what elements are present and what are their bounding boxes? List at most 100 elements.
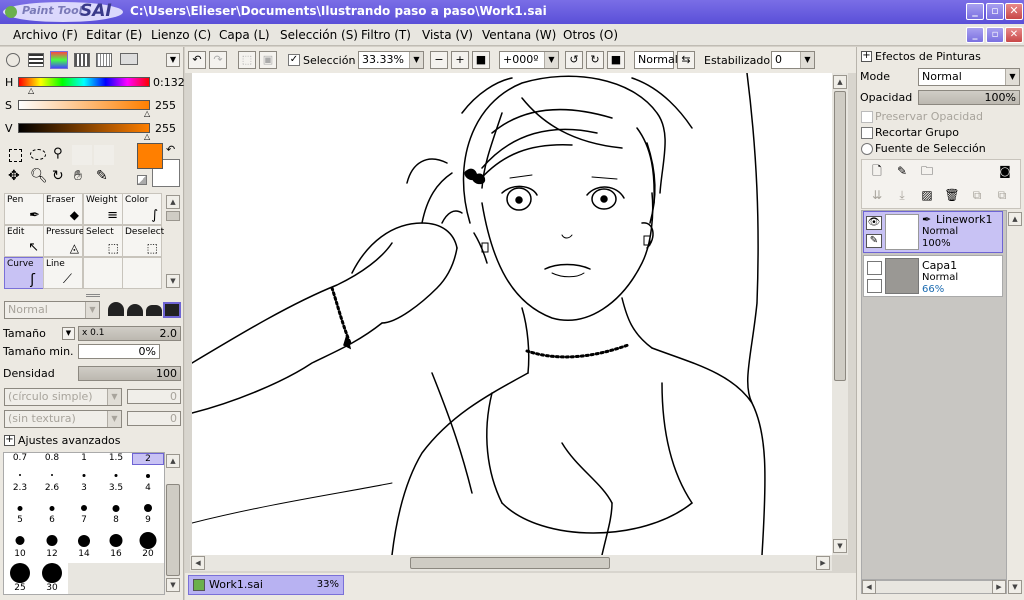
value-slider-marker-icon[interactable]: △: [144, 132, 150, 141]
brush-size-25[interactable]: 25: [4, 563, 36, 595]
advanced-settings-label[interactable]: Ajustes avanzados: [18, 434, 121, 447]
menu-editar[interactable]: Editar (E): [86, 28, 142, 42]
zoom-icon[interactable]: 🔍︎: [30, 168, 48, 184]
brush-size-30[interactable]: 30: [36, 563, 68, 595]
brush-size-4[interactable]: 4: [132, 469, 164, 501]
lock-checkbox[interactable]: [867, 279, 882, 293]
brush-grid-scroll-thumb[interactable]: [166, 484, 180, 576]
panel-divider[interactable]: [86, 294, 100, 297]
transparent-color-icon[interactable]: [137, 175, 147, 185]
new-linework-layer-icon[interactable]: ✎: [893, 162, 911, 180]
selection-source-radio[interactable]: [861, 143, 873, 155]
layer-list-scroll-left[interactable]: ◀: [862, 580, 876, 594]
size-dropdown-button[interactable]: ▼: [62, 327, 75, 340]
tool-line[interactable]: Line ⟋: [43, 257, 83, 289]
brush-shape-select[interactable]: (círculo simple) ▼: [4, 388, 122, 406]
new-layer-icon[interactable]: 🗋︎: [868, 162, 886, 180]
saturation-slider[interactable]: [18, 100, 150, 110]
menu-archivo[interactable]: Archivo (F): [13, 28, 78, 42]
transfer-down-icon[interactable]: ⇊: [868, 186, 886, 204]
new-folder-icon[interactable]: 🗀︎: [918, 162, 936, 180]
menu-otros[interactable]: Otros (O): [563, 28, 618, 42]
rect-select-icon[interactable]: [9, 149, 22, 162]
primary-color-swatch[interactable]: [137, 143, 163, 169]
layer-list-scroll-right[interactable]: ▶: [992, 580, 1006, 594]
brush-size-16[interactable]: 16: [100, 533, 132, 565]
menu-lienzo[interactable]: Lienzo (C): [151, 28, 211, 42]
brush-shape-strength[interactable]: 0: [127, 389, 181, 404]
menu-capa[interactable]: Capa (L): [219, 28, 270, 42]
move-icon[interactable]: ✥: [8, 168, 20, 184]
brush-shape-square-icon[interactable]: [163, 302, 181, 318]
flatten-icon[interactable]: ⧉: [993, 186, 1011, 204]
brush-size-9[interactable]: 9: [132, 501, 164, 533]
mdi-close-button[interactable]: ✕: [1005, 27, 1023, 43]
mdi-restore-button[interactable]: ▫: [986, 27, 1004, 43]
brush-size-2.6[interactable]: 2.6: [36, 469, 68, 501]
brush-size-7[interactable]: 7: [68, 501, 100, 533]
tool-select[interactable]: Select ⬚: [83, 225, 123, 257]
tool-edit[interactable]: Edit ↖: [4, 225, 44, 257]
menu-ventana[interactable]: Ventana (W): [482, 28, 556, 42]
zoom-in-button[interactable]: +: [451, 51, 469, 69]
opacity-slider[interactable]: 100%: [918, 90, 1020, 105]
canvas-vertical-scrollbar[interactable]: ▲ ▼: [832, 73, 848, 555]
view-blend-select[interactable]: Normal: [634, 51, 678, 69]
rotate-reset-button[interactable]: ■: [607, 51, 625, 69]
invert-selection-button[interactable]: ▣: [259, 51, 277, 69]
canvas-scroll-up[interactable]: ▲: [833, 75, 847, 89]
document-tab[interactable]: Work1.sai 33%: [188, 575, 344, 595]
canvas-scroll-left[interactable]: ◀: [191, 556, 205, 570]
brush-mode-select[interactable]: Normal ▼: [4, 301, 100, 319]
brush-shape-round-icon[interactable]: [146, 305, 162, 316]
brush-shape-soft-icon[interactable]: [127, 304, 143, 316]
preserve-opacity-checkbox[interactable]: [861, 111, 873, 123]
tools-scroll-thumb[interactable]: [166, 211, 180, 221]
clear-layer-icon[interactable]: ▨: [918, 186, 936, 204]
brush-size-6[interactable]: 6: [36, 501, 68, 533]
tool-deselect[interactable]: Deselect ⬚: [122, 225, 164, 257]
tool-curve[interactable]: Curve ʃ: [4, 257, 44, 289]
layer-row-capa1[interactable]: Capa1 Normal 66%: [863, 255, 1003, 297]
hue-slider[interactable]: [18, 77, 150, 87]
tool-eraser[interactable]: Eraser ◆: [43, 193, 83, 225]
brush-size-2.3[interactable]: 2.3: [4, 469, 36, 501]
deselect-button[interactable]: ⬚: [238, 51, 256, 69]
clip-group-checkbox[interactable]: [861, 127, 873, 139]
stabilizer-select[interactable]: 0 ▼: [771, 51, 815, 69]
size-slider[interactable]: x 0.1 2.0: [78, 326, 181, 341]
selection-checkbox[interactable]: ✓: [288, 54, 300, 66]
tool-color[interactable]: Color ∫: [122, 193, 162, 225]
plus-icon[interactable]: +: [4, 435, 15, 446]
brush-shape-flat-icon[interactable]: [108, 302, 124, 316]
canvas-scroll-right[interactable]: ▶: [816, 556, 830, 570]
hand-icon[interactable]: ✋︎: [74, 168, 82, 184]
rotate-left-button[interactable]: ↺: [565, 51, 583, 69]
brush-size-8[interactable]: 8: [100, 501, 132, 533]
brush-grid-scroll-down[interactable]: ▼: [166, 578, 180, 592]
merge-visible-icon[interactable]: ⧉: [968, 186, 986, 204]
rgb-slider-icon[interactable]: [50, 51, 68, 69]
value-slider[interactable]: [18, 123, 150, 133]
brush-size-20[interactable]: 20: [132, 532, 164, 565]
eye-icon[interactable]: 👁︎: [866, 216, 882, 230]
canvas-horizontal-scrollbar[interactable]: ◀ ▶: [190, 555, 832, 571]
layer-list-scroll-down[interactable]: ▼: [1008, 580, 1022, 594]
texture-select[interactable]: (sin textura) ▼: [4, 410, 122, 428]
brush-size-12[interactable]: 12: [36, 533, 68, 565]
swap-colors-icon[interactable]: ↶: [166, 143, 175, 156]
layer-list-hscroll[interactable]: ◀ ▶: [861, 580, 1007, 594]
eraser-color-icon[interactable]: [120, 53, 138, 65]
canvas-scroll-down[interactable]: ▼: [833, 539, 847, 553]
color-panel-collapse-button[interactable]: ▼: [166, 53, 180, 67]
brush-size-2[interactable]: 2: [132, 453, 164, 465]
swatch-icon[interactable]: [74, 53, 90, 67]
paint-effects-label[interactable]: Efectos de Pinturas: [875, 50, 981, 63]
brush-size-3[interactable]: 3: [68, 469, 100, 501]
mdi-minimize-button[interactable]: _: [966, 27, 984, 43]
eyedropper-icon[interactable]: ✎: [96, 168, 108, 184]
menu-filtro[interactable]: Filtro (T): [361, 28, 411, 42]
undo-button[interactable]: ↶: [188, 51, 206, 69]
zoom-out-button[interactable]: −: [430, 51, 448, 69]
layer-mask-icon[interactable]: ◙: [996, 162, 1014, 180]
